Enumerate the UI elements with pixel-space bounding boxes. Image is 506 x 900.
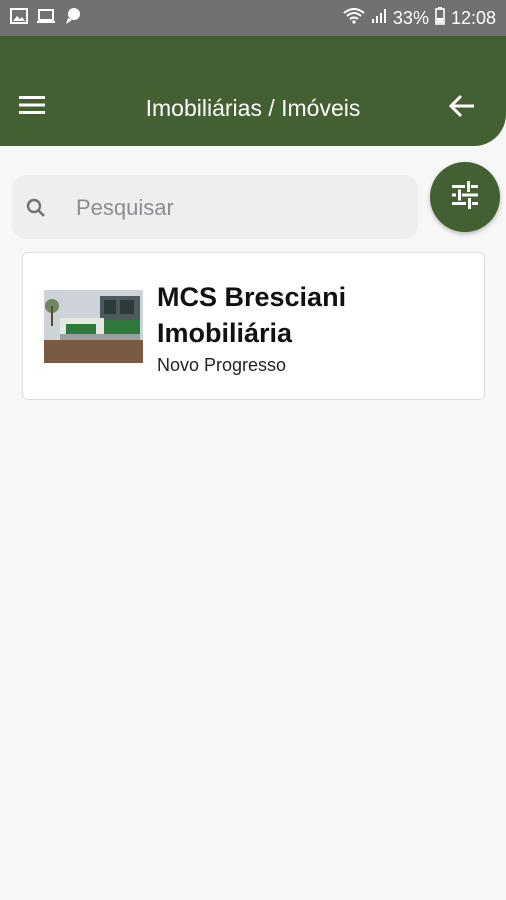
list-item[interactable]: MCS Bresciani Imobiliária Novo Progresso	[22, 252, 485, 400]
battery-percent: 33%	[392, 7, 429, 28]
listing-city: Novo Progresso	[157, 355, 287, 375]
wifi-icon	[343, 7, 365, 29]
signal-icon	[371, 8, 387, 29]
back-button[interactable]	[444, 90, 480, 126]
app-bar: Imobiliárias / Imóveis	[0, 36, 506, 146]
property-photo	[44, 290, 143, 363]
gallery-icon	[10, 7, 28, 29]
search-input[interactable]	[74, 187, 408, 229]
laptop-icon	[36, 8, 56, 29]
listing-name: MCS Bresciani Imobiliária	[157, 282, 347, 348]
menu-button[interactable]	[14, 92, 50, 122]
status-notification-icons	[10, 7, 82, 30]
battery-icon	[435, 6, 445, 30]
arrow-back-icon	[448, 93, 476, 124]
status-bar: 33% 12:08	[0, 0, 506, 36]
filter-button[interactable]	[430, 162, 500, 232]
tune-icon	[450, 180, 480, 214]
status-system-icons: 33% 12:08	[343, 6, 496, 30]
search-icon	[24, 196, 48, 220]
search-bar	[12, 175, 418, 239]
clock: 12:08	[450, 7, 496, 28]
chat-icon	[64, 7, 82, 30]
page-title: Imobiliárias / Imóveis	[145, 95, 361, 121]
menu-icon	[18, 94, 46, 121]
